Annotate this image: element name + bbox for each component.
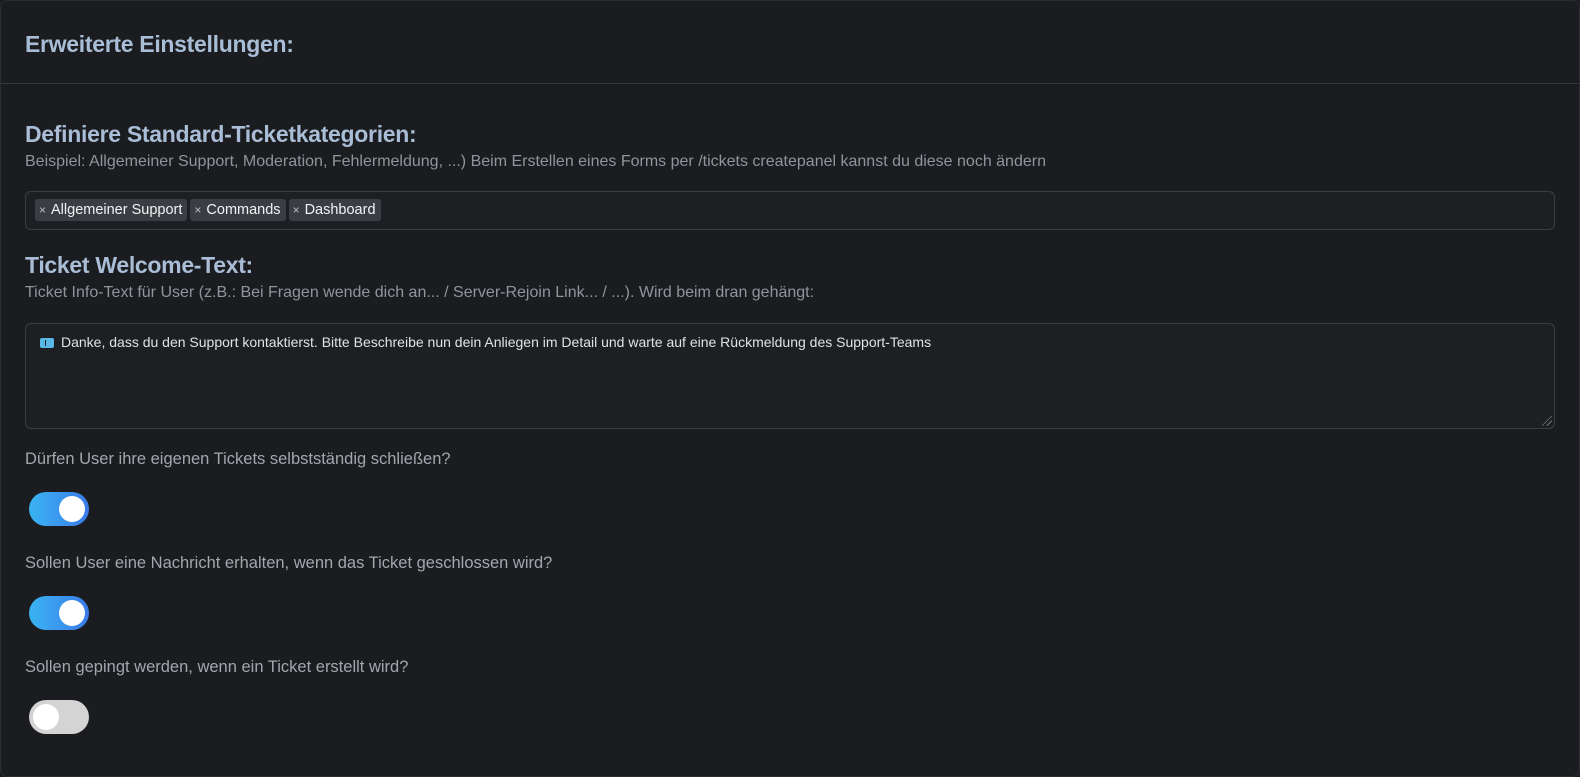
toggle-knob	[59, 600, 85, 626]
categories-title: Definiere Standard-Ticketkategorien:	[25, 121, 417, 147]
remove-tag-icon[interactable]: ×	[194, 203, 201, 217]
toggle-label-ping: Sollen gepingt werden, wenn ein Ticket e…	[25, 658, 409, 676]
welcome-description: Ticket Info-Text für User (z.B.: Bei Fra…	[25, 284, 815, 301]
ticket-icon	[40, 338, 54, 348]
self-close-toggle[interactable]	[29, 492, 89, 526]
categories-description: Beispiel: Allgemeiner Support, Moderatio…	[25, 153, 1046, 170]
welcome-text-value: Danke, dass du den Support kontaktierst.…	[61, 334, 932, 350]
remove-tag-icon[interactable]: ×	[293, 203, 300, 217]
notify-close-toggle[interactable]	[29, 596, 89, 630]
toggle-knob	[33, 704, 59, 730]
page-title: Erweiterte Einstellungen:	[25, 31, 294, 57]
settings-card: Erweiterte Einstellungen: Definiere Stan…	[0, 0, 1580, 777]
welcome-title: Ticket Welcome-Text:	[25, 252, 253, 278]
tag-label: Dashboard	[304, 202, 376, 218]
toggle-label-self-close: Dürfen User ihre eigenen Tickets selbsts…	[25, 450, 451, 468]
tag-dashboard: × Dashboard	[288, 199, 381, 221]
tag-commands: × Commands	[190, 199, 286, 221]
toggle-group-notify: Sollen User eine Nachricht erhalten, wen…	[25, 553, 1555, 630]
toggle-group-close: Dürfen User ihre eigenen Tickets selbsts…	[25, 449, 1555, 526]
resize-handle[interactable]	[1542, 416, 1552, 426]
welcome-text-textarea[interactable]: Danke, dass du den Support kontaktierst.…	[25, 323, 1555, 429]
tag-label: Commands	[206, 202, 281, 218]
tag-label: Allgemeiner Support	[51, 202, 183, 218]
card-body: Definiere Standard-Ticketkategorien: Bei…	[1, 84, 1579, 734]
remove-tag-icon[interactable]: ×	[39, 203, 46, 217]
tag-allgemeiner-support: × Allgemeiner Support	[35, 199, 188, 221]
card-header: Erweiterte Einstellungen:	[1, 1, 1579, 84]
welcome-section: Ticket Welcome-Text: Ticket Info-Text fü…	[25, 251, 1555, 303]
category-tags-input[interactable]: × Allgemeiner Support × Commands × Dashb…	[25, 191, 1555, 230]
toggle-group-ping: Sollen gepingt werden, wenn ein Ticket e…	[25, 657, 1555, 734]
toggle-label-notify-close: Sollen User eine Nachricht erhalten, wen…	[25, 554, 553, 572]
toggle-knob	[59, 496, 85, 522]
ping-toggle[interactable]	[29, 700, 89, 734]
